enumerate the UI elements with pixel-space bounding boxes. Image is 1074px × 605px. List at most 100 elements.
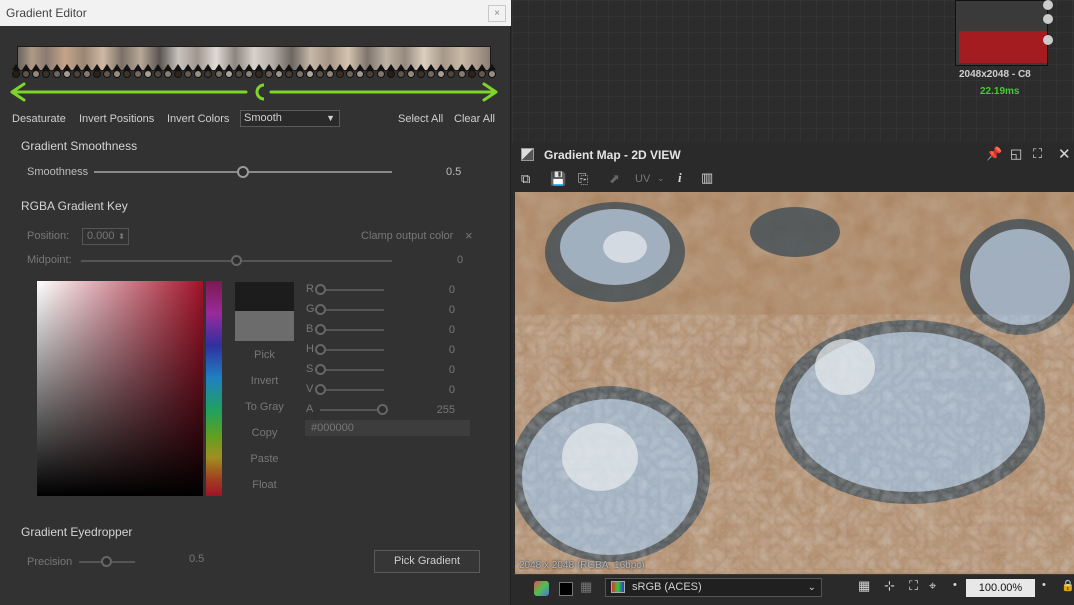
- interpolation-select[interactable]: Smooth ▼: [240, 110, 340, 127]
- channel-h-slider[interactable]: [320, 349, 384, 351]
- channel-r-knob[interactable]: [315, 284, 326, 295]
- channel-a-slider[interactable]: [320, 409, 384, 411]
- histogram-icon[interactable]: ▥: [701, 170, 713, 186]
- gradient-stop[interactable]: [346, 64, 354, 78]
- gradient-stop[interactable]: [417, 64, 425, 78]
- channel-b-slider[interactable]: [320, 329, 384, 331]
- channel-g-knob[interactable]: [315, 304, 326, 315]
- gradient-stop[interactable]: [134, 64, 142, 78]
- gradient-stop[interactable]: [93, 64, 101, 78]
- hue-slider[interactable]: [206, 281, 222, 496]
- smoothness-slider-knob[interactable]: [237, 166, 249, 178]
- info-icon[interactable]: i: [678, 170, 682, 186]
- gradient-stop[interactable]: [113, 64, 121, 78]
- invert-color-button[interactable]: Invert: [235, 375, 294, 387]
- channel-v-slider[interactable]: [320, 389, 384, 391]
- background-color-icon[interactable]: [559, 582, 573, 596]
- center-icon[interactable]: ⌖: [929, 578, 936, 594]
- maximize-icon[interactable]: ⛶: [1033, 146, 1042, 162]
- clear-all-button[interactable]: Clear All: [454, 113, 495, 125]
- node-output-port[interactable]: [1043, 35, 1053, 45]
- gradient-stop[interactable]: [12, 64, 20, 78]
- gradient-stop[interactable]: [154, 64, 162, 78]
- copy-icon[interactable]: ⎘: [578, 171, 588, 187]
- zoom-field[interactable]: 100.00%: [966, 579, 1035, 597]
- gradient-stop[interactable]: [356, 64, 364, 78]
- channel-v-knob[interactable]: [315, 384, 326, 395]
- channel-s-slider[interactable]: [320, 369, 384, 371]
- gradient-stop[interactable]: [427, 64, 435, 78]
- gradient-stop[interactable]: [53, 64, 61, 78]
- gradient-stop[interactable]: [468, 64, 476, 78]
- gradient-stop[interactable]: [215, 64, 223, 78]
- gradient-stop[interactable]: [22, 64, 30, 78]
- saturation-value-picker[interactable]: [37, 281, 203, 496]
- gradient-stop[interactable]: [235, 64, 243, 78]
- checkerboard-icon[interactable]: ▦: [580, 579, 592, 595]
- channel-b-knob[interactable]: [315, 324, 326, 335]
- node-output-port[interactable]: [1043, 0, 1053, 10]
- spinner-icon[interactable]: ⬍: [118, 229, 125, 244]
- gradient-stop[interactable]: [123, 64, 131, 78]
- midpoint-slider-knob[interactable]: [231, 255, 242, 266]
- gradient-stop[interactable]: [63, 64, 71, 78]
- pick-gradient-button[interactable]: Pick Gradient: [374, 550, 480, 573]
- desaturate-button[interactable]: Desaturate: [12, 113, 66, 125]
- restore-icon[interactable]: ◱: [1010, 146, 1022, 162]
- gradient-stop[interactable]: [32, 64, 40, 78]
- gradient-stop[interactable]: [194, 64, 202, 78]
- gradient-stop[interactable]: [326, 64, 334, 78]
- gradient-stop[interactable]: [478, 64, 486, 78]
- gradient-stop[interactable]: [265, 64, 273, 78]
- gradient-stop[interactable]: [387, 64, 395, 78]
- layers-icon[interactable]: [534, 581, 549, 596]
- gradient-stop[interactable]: [488, 64, 496, 78]
- gradient-stop[interactable]: [458, 64, 466, 78]
- gradient-stop[interactable]: [225, 64, 233, 78]
- copy-view-icon[interactable]: ⧉: [521, 171, 530, 187]
- close-icon[interactable]: ×: [488, 5, 506, 22]
- hex-color-field[interactable]: #000000: [305, 420, 470, 436]
- position-field[interactable]: 0.000 ⬍: [82, 228, 129, 245]
- fit-icon[interactable]: ⛶: [909, 578, 918, 594]
- gradient-stop[interactable]: [103, 64, 111, 78]
- channel-r-slider[interactable]: [320, 289, 384, 291]
- gradient-stop[interactable]: [144, 64, 152, 78]
- gradient-stop[interactable]: [397, 64, 405, 78]
- pick-color-button[interactable]: Pick: [235, 349, 294, 361]
- gradient-stop[interactable]: [204, 64, 212, 78]
- pivot-icon[interactable]: ⊹: [884, 578, 895, 594]
- channel-a-knob[interactable]: [377, 404, 388, 415]
- invert-positions-button[interactable]: Invert Positions: [79, 113, 154, 125]
- zoom-out-icon[interactable]: •: [953, 579, 957, 591]
- texture-preview[interactable]: [515, 192, 1074, 574]
- pin-icon[interactable]: 📌: [986, 146, 1002, 162]
- gradient-stop[interactable]: [447, 64, 455, 78]
- gradient-stop[interactable]: [316, 64, 324, 78]
- gradient-stop[interactable]: [407, 64, 415, 78]
- lock-icon[interactable]: 🔒: [1061, 579, 1074, 592]
- gradient-stop[interactable]: [164, 64, 172, 78]
- gradient-stop[interactable]: [255, 64, 263, 78]
- gradient-stop[interactable]: [437, 64, 445, 78]
- gradient-stop[interactable]: [366, 64, 374, 78]
- invert-colors-button[interactable]: Invert Colors: [167, 113, 229, 125]
- paste-color-button[interactable]: Paste: [235, 453, 294, 465]
- gradient-stop[interactable]: [83, 64, 91, 78]
- copy-color-button[interactable]: Copy: [235, 427, 294, 439]
- zoom-in-icon[interactable]: •: [1042, 579, 1046, 591]
- channel-s-knob[interactable]: [315, 364, 326, 375]
- gradient-stop[interactable]: [42, 64, 50, 78]
- gradient-stop[interactable]: [245, 64, 253, 78]
- node-output-port[interactable]: [1043, 14, 1053, 24]
- gradient-stop[interactable]: [275, 64, 283, 78]
- clamp-toggle-icon[interactable]: ×: [465, 228, 473, 243]
- colorspace-select[interactable]: sRGB (ACES) ⌄: [605, 578, 822, 597]
- select-all-button[interactable]: Select All: [398, 113, 443, 125]
- save-icon[interactable]: 💾: [550, 171, 566, 187]
- precision-slider-knob[interactable]: [101, 556, 112, 567]
- gradient-stop[interactable]: [296, 64, 304, 78]
- chevron-down-icon[interactable]: ⌄: [657, 173, 665, 184]
- gradient-stop[interactable]: [306, 64, 314, 78]
- uv-label[interactable]: UV: [635, 173, 650, 185]
